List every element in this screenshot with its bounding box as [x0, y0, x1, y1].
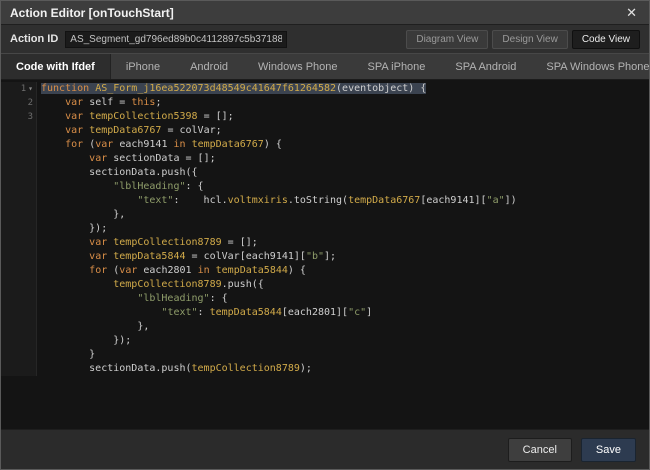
code-text[interactable]: }); — [37, 222, 107, 236]
view-button-diagram-view[interactable]: Diagram View — [406, 30, 488, 49]
code-line[interactable]: var tempData6767 = colVar; — [1, 124, 649, 138]
action-editor-dialog: Action Editor [onTouchStart] ✕ Action ID… — [0, 0, 650, 470]
code-text[interactable]: }, — [37, 320, 149, 334]
code-text[interactable]: }, — [37, 208, 125, 222]
code-line[interactable]: 1▾function AS_Form_j16ea522073d48549c416… — [1, 82, 649, 96]
save-button[interactable]: Save — [581, 438, 636, 462]
line-number — [1, 138, 37, 152]
code-editor[interactable]: 1▾function AS_Form_j16ea522073d48549c416… — [1, 80, 649, 429]
line-number — [1, 166, 37, 180]
line-number: 1▾ — [1, 82, 37, 96]
code-text[interactable]: for (var each2801 in tempData5844) { — [37, 264, 306, 278]
line-number — [1, 362, 37, 376]
code-text[interactable]: for (var each9141 in tempData6767) { — [37, 138, 282, 152]
code-line[interactable]: sectionData.push({ — [1, 166, 649, 180]
code-text[interactable]: tempCollection8789.push({ — [37, 278, 264, 292]
code-text[interactable]: "text": hcl.voltmxiris.toString(tempData… — [37, 194, 517, 208]
code-text[interactable]: }); — [37, 334, 131, 348]
code-text[interactable]: "lblHeading": { — [37, 180, 204, 194]
tab-iphone[interactable]: iPhone — [111, 54, 175, 79]
line-number — [1, 124, 37, 138]
code-line[interactable]: "lblHeading": { — [1, 180, 649, 194]
line-number — [1, 250, 37, 264]
code-text[interactable]: } — [37, 348, 95, 362]
line-number — [1, 348, 37, 362]
code-lines: 1▾function AS_Form_j16ea522073d48549c416… — [1, 82, 649, 376]
code-text[interactable]: var sectionData = []; — [37, 152, 216, 166]
line-number — [1, 278, 37, 292]
line-number — [1, 152, 37, 166]
line-number — [1, 208, 37, 222]
code-line[interactable]: 2 var self = this; — [1, 96, 649, 110]
line-number — [1, 320, 37, 334]
code-line[interactable]: "text": tempData5844[each2801]["c"] — [1, 306, 649, 320]
code-line[interactable]: var tempCollection8789 = []; — [1, 236, 649, 250]
line-number — [1, 222, 37, 236]
code-line[interactable]: } — [1, 348, 649, 362]
line-number — [1, 194, 37, 208]
line-number — [1, 264, 37, 278]
code-line[interactable]: }, — [1, 208, 649, 222]
line-number — [1, 180, 37, 194]
line-number — [1, 306, 37, 320]
code-text[interactable]: function AS_Form_j16ea522073d48549c41647… — [37, 82, 426, 96]
action-id-label: Action ID — [10, 33, 58, 45]
action-id-input[interactable] — [65, 31, 287, 48]
code-line[interactable]: }, — [1, 320, 649, 334]
code-text[interactable]: var self = this; — [37, 96, 161, 110]
code-line[interactable]: }); — [1, 334, 649, 348]
code-text[interactable]: var tempCollection8789 = []; — [37, 236, 258, 250]
line-number — [1, 236, 37, 250]
page-title: Action Editor [onTouchStart] — [10, 6, 623, 20]
code-text[interactable]: sectionData.push({ — [37, 166, 198, 180]
code-line[interactable]: for (var each9141 in tempData6767) { — [1, 138, 649, 152]
code-line[interactable]: "text": hcl.voltmxiris.toString(tempData… — [1, 194, 649, 208]
tab-android[interactable]: Android — [175, 54, 243, 79]
cancel-button[interactable]: Cancel — [508, 438, 572, 462]
line-number — [1, 292, 37, 306]
tab-spa-android[interactable]: SPA Android — [440, 54, 531, 79]
code-text[interactable]: var tempCollection5398 = []; — [37, 110, 234, 124]
action-id-row: Action ID Diagram ViewDesign View Code Vi… — [1, 25, 649, 53]
code-line[interactable]: var tempData5844 = colVar[each9141]["b"]… — [1, 250, 649, 264]
fold-arrow-icon[interactable]: ▾ — [28, 82, 33, 96]
code-text[interactable]: sectionData.push(tempCollection8789); — [37, 362, 312, 376]
title-bar: Action Editor [onTouchStart] ✕ — [1, 1, 649, 25]
code-line[interactable]: }); — [1, 222, 649, 236]
code-line[interactable]: tempCollection8789.push({ — [1, 278, 649, 292]
code-line[interactable]: "lblHeading": { — [1, 292, 649, 306]
line-number — [1, 334, 37, 348]
view-buttons: Diagram ViewDesign View Code View — [406, 30, 640, 49]
platform-tab-bar: Code with IfdefiPhoneAndroidWindows Phon… — [1, 53, 649, 80]
code-text[interactable]: var tempData5844 = colVar[each9141]["b"]… — [37, 250, 336, 264]
code-text[interactable]: "lblHeading": { — [37, 292, 228, 306]
view-button-code-view[interactable]: Code View — [572, 30, 640, 49]
tab-spa-windows-phone[interactable]: SPA Windows Phone — [531, 54, 650, 79]
tab-code-with-ifdef[interactable]: Code with Ifdef — [1, 54, 111, 79]
dialog-footer: Cancel Save — [1, 429, 649, 469]
code-line[interactable]: 3 var tempCollection5398 = []; — [1, 110, 649, 124]
code-text[interactable]: "text": tempData5844[each2801]["c"] — [37, 306, 372, 320]
view-button-design-view[interactable]: Design View — [492, 30, 567, 49]
code-line[interactable]: for (var each2801 in tempData5844) { — [1, 264, 649, 278]
line-number: 2 — [1, 96, 37, 110]
tab-spa-iphone[interactable]: SPA iPhone — [353, 54, 441, 79]
code-line[interactable]: var sectionData = []; — [1, 152, 649, 166]
line-number: 3 — [1, 110, 37, 124]
code-line[interactable]: sectionData.push(tempCollection8789); — [1, 362, 649, 376]
tab-windows-phone[interactable]: Windows Phone — [243, 54, 353, 79]
close-icon[interactable]: ✕ — [623, 4, 640, 21]
code-text[interactable]: var tempData6767 = colVar; — [37, 124, 222, 138]
